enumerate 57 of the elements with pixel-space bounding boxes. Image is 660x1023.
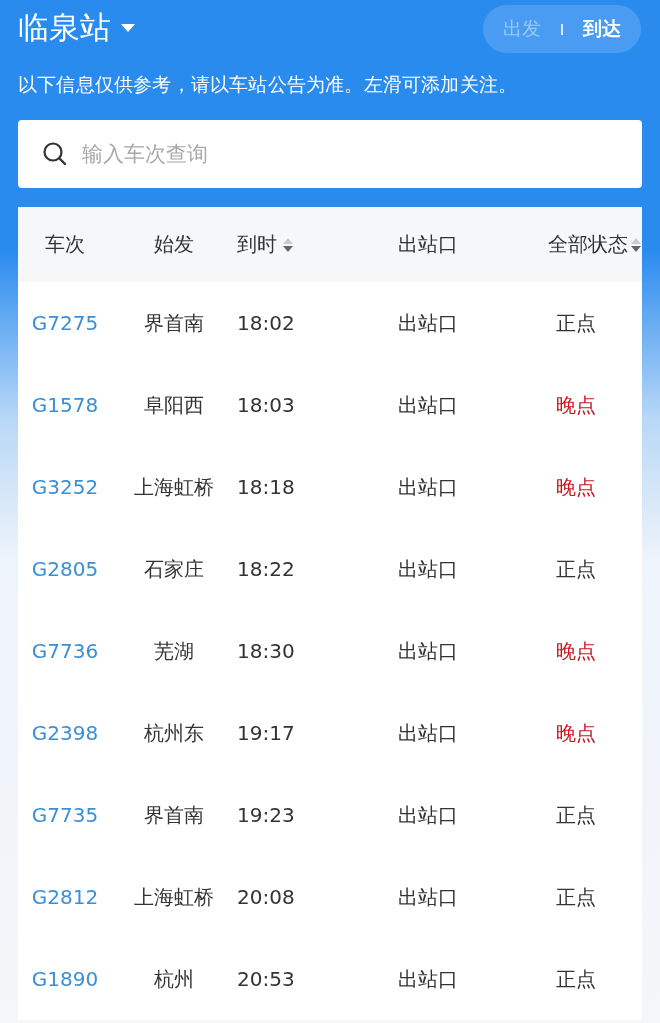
table-cell-text: 18:30 xyxy=(236,639,296,663)
sort-header[interactable]: 全部状态 xyxy=(510,231,641,258)
train-number[interactable]: G3252 xyxy=(18,475,112,499)
train-number[interactable]: G7275 xyxy=(18,311,112,335)
table-cell-text: 出站口 xyxy=(397,719,459,747)
table-cell-text: 18:03 xyxy=(236,393,296,417)
notice-text: 以下信息仅供参考，请以车站公告为准。左滑可添加关注。 xyxy=(18,72,519,97)
table-cell-text: 界首南 xyxy=(143,309,205,337)
table-cell-text: 杭州 xyxy=(153,965,195,993)
train-number[interactable]: G2398 xyxy=(18,721,112,745)
table-cell-text: 19:17 xyxy=(236,721,296,745)
table-cell-text: 出站口 xyxy=(397,391,459,419)
train-number[interactable]: G2812 xyxy=(18,885,112,909)
table-cell-text: 20:53 xyxy=(236,967,296,991)
status-text: 正点 xyxy=(554,309,597,337)
table-cell-text: 20:08 xyxy=(236,885,296,909)
sort-header[interactable]: 到时 xyxy=(236,231,346,258)
table-cell-text: 出站口 xyxy=(397,637,459,665)
status-text: 晚点 xyxy=(554,719,597,747)
status-text: 正点 xyxy=(554,965,597,993)
direction-tab[interactable]: 到达 xyxy=(583,16,621,42)
table-cell-text: 上海虹桥 xyxy=(133,473,215,501)
column-header: 出站口 xyxy=(397,231,459,258)
train-number[interactable]: G1578 xyxy=(18,393,112,417)
table-cell-text: 出站口 xyxy=(397,309,459,337)
table-cell-text: 杭州东 xyxy=(143,719,205,747)
sort-icon xyxy=(631,236,641,253)
train-number[interactable]: G7735 xyxy=(18,803,112,827)
column-header: 始发 xyxy=(153,231,195,258)
table-cell-text: 出站口 xyxy=(397,555,459,583)
status-text: 正点 xyxy=(554,883,597,911)
station-selector[interactable]: 临泉站 xyxy=(18,7,135,49)
status-text: 晚点 xyxy=(554,391,597,419)
train-number[interactable]: G2805 xyxy=(18,557,112,581)
table-cell-text: 18:22 xyxy=(236,557,296,581)
table-cell-text: 阜阳西 xyxy=(143,391,205,419)
table-cell-text: 出站口 xyxy=(397,473,459,501)
status-text: 晚点 xyxy=(554,637,597,665)
table-cell-text: 出站口 xyxy=(397,801,459,829)
table-cell-text: 出站口 xyxy=(397,965,459,993)
table-cell-text: 18:18 xyxy=(236,475,296,499)
table-cell-text: 出站口 xyxy=(397,883,459,911)
status-text: 正点 xyxy=(554,555,597,583)
search-field[interactable]: 输入车次查询 xyxy=(18,120,642,188)
table-cell-text: 芜湖 xyxy=(153,637,195,665)
table-cell-text: 界首南 xyxy=(143,801,205,829)
train-number[interactable]: G1890 xyxy=(18,967,112,991)
sort-icon xyxy=(283,236,293,253)
train-number[interactable]: G7736 xyxy=(18,639,112,663)
caret-icon xyxy=(121,24,135,32)
table-cell-text: 上海虹桥 xyxy=(133,883,215,911)
table-cell-text: 19:23 xyxy=(236,803,296,827)
status-text: 晚点 xyxy=(554,473,597,501)
column-header: 车次 xyxy=(44,231,86,258)
status-text: 正点 xyxy=(554,801,597,829)
table-cell-text: 石家庄 xyxy=(143,555,205,583)
table-cell-text: 18:02 xyxy=(236,311,296,335)
